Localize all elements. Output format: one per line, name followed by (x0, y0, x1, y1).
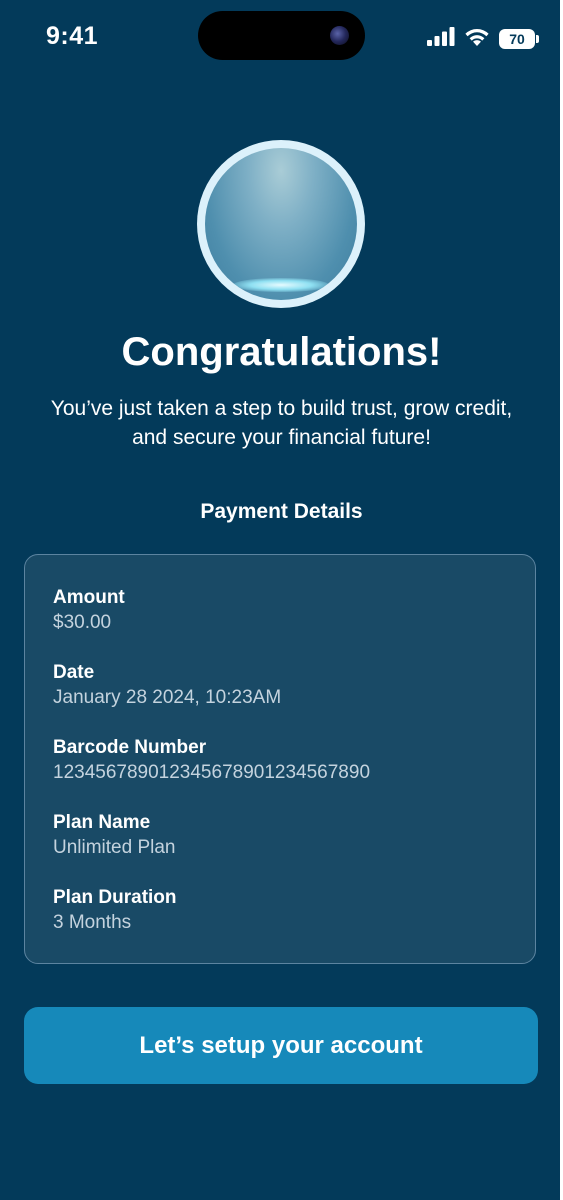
detail-label: Date (53, 662, 95, 683)
detail-value: 3 Months (53, 912, 132, 933)
confirmation-screen: 9:41 70 Congratulations! You’ve just tak… (0, 0, 560, 1200)
avatar-glow (233, 278, 329, 292)
setup-account-button[interactable]: Let’s setup your account (24, 1007, 538, 1084)
detail-label: Plan Name (53, 812, 151, 833)
detail-label: Plan Duration (53, 887, 177, 908)
cellular-signal-icon (427, 27, 455, 51)
detail-value: Unlimited Plan (53, 837, 176, 858)
detail-label: Amount (53, 587, 125, 608)
detail-value: January 28 2024, 10:23AM (53, 687, 282, 708)
detail-barcode: Barcode Number 1234567890123456789012345… (53, 736, 370, 786)
page-title: Congratulations! (121, 330, 442, 374)
battery-cap (536, 35, 539, 43)
page-subtitle: You’ve just taken a step to build trust,… (50, 397, 513, 449)
battery-level: 70 (509, 31, 525, 47)
battery-icon: 70 (499, 29, 539, 49)
detail-amount: Amount $30.00 (53, 586, 125, 636)
detail-value: 123456789012345678901234567890 (53, 762, 371, 783)
detail-plan-duration: Plan Duration 3 Months (53, 886, 177, 936)
wifi-icon (464, 27, 490, 51)
avatar-ring (197, 140, 365, 308)
avatar (205, 148, 357, 300)
detail-date: Date January 28 2024, 10:23AM (53, 661, 281, 711)
detail-value: $30.00 (53, 612, 112, 633)
payment-details-card: Amount $30.00 Date January 28 2024, 10:2… (24, 554, 536, 964)
camera-icon (330, 26, 349, 45)
detail-label: Barcode Number (53, 737, 207, 758)
status-icons: 70 (427, 27, 539, 51)
status-time: 9:41 (46, 22, 99, 50)
detail-plan-name: Plan Name Unlimited Plan (53, 811, 176, 861)
payment-details-heading: Payment Details (200, 500, 363, 523)
status-bar: 9:41 70 (0, 0, 560, 80)
dynamic-island (198, 11, 365, 60)
